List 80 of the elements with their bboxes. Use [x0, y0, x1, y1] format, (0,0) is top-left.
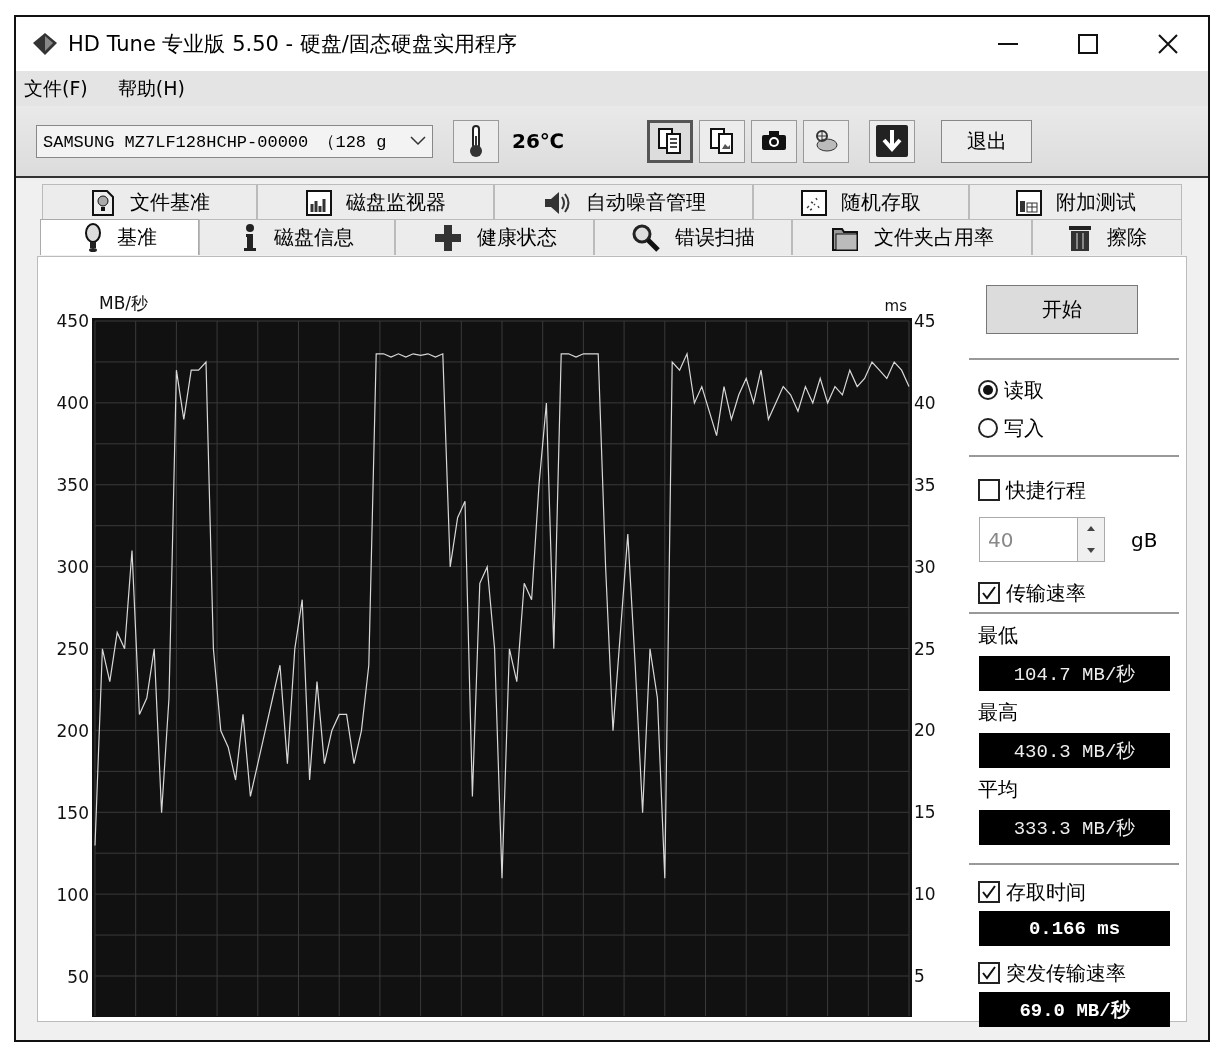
- tab[interactable]: 文件基准: [42, 184, 257, 220]
- chevron-down-icon: [410, 136, 426, 146]
- radio-button[interactable]: [978, 380, 998, 400]
- tab[interactable]: 擦除: [1032, 219, 1182, 255]
- checkbox-label: 存取时间: [1006, 878, 1086, 906]
- readout-display: 69.0 MB/秒: [979, 992, 1170, 1027]
- drive-dropdown[interactable]: SAMSUNG MZ7LF128HCHP-00000 （128 g: [36, 124, 433, 158]
- axis-tick-label: 10: [914, 884, 936, 905]
- axis-tick-label: 30: [914, 556, 936, 577]
- tab[interactable]: 附加测试: [969, 184, 1182, 220]
- toolbar-button[interactable]: [699, 119, 746, 163]
- axis-tick-label: 200: [56, 720, 89, 741]
- axis-tick-label: 20: [914, 720, 936, 741]
- tab[interactable]: 健康状态: [395, 219, 594, 255]
- temperature-reading: 26℃: [512, 129, 565, 153]
- axis-tick-label: 350: [56, 474, 89, 495]
- plus-icon: [432, 222, 463, 253]
- radio-label: 读取: [1004, 376, 1044, 404]
- axis-tick-label: 15: [914, 802, 936, 823]
- reading-label: 最高: [977, 699, 1019, 726]
- tab[interactable]: 基准: [40, 219, 199, 255]
- axis-unit-label: MB/秒: [99, 293, 149, 313]
- tab[interactable]: 错误扫描: [594, 219, 792, 255]
- exit-button[interactable]: 退出: [941, 119, 1033, 163]
- toolbar-button[interactable]: [803, 119, 850, 163]
- axis-tick-label: 450: [56, 311, 89, 331]
- radio-button[interactable]: [978, 418, 998, 438]
- unit-label: gB: [1131, 527, 1158, 552]
- tab[interactable]: 随机存取: [753, 184, 969, 220]
- axis-tick-label: 250: [56, 638, 89, 659]
- toolbar-button[interactable]: [751, 119, 798, 163]
- axis-tick-label: 400: [56, 392, 89, 413]
- checkbox-label: 突发传输速率: [1006, 959, 1126, 987]
- lightbulb-icon: [82, 222, 103, 253]
- checkbox[interactable]: [978, 479, 1000, 501]
- reading-label: 平均: [977, 776, 1019, 803]
- axis-tick-label: 25: [914, 638, 936, 659]
- axis-tick-label: 100: [56, 884, 89, 905]
- axis-tick-label: 300: [56, 556, 89, 577]
- diamond-icon: [32, 32, 58, 56]
- caret-up-icon: [1087, 526, 1095, 532]
- chart-icon: [1015, 189, 1042, 216]
- tab[interactable]: 磁盘监视器: [257, 184, 494, 220]
- maximize-icon: [1078, 34, 1098, 54]
- close-icon: [1158, 34, 1178, 54]
- tab[interactable]: 文件夹占用率: [792, 219, 1032, 255]
- axis-tick-label: 40: [914, 392, 936, 413]
- scatter-icon: [801, 189, 827, 216]
- readout-display: 0.166 ms: [979, 911, 1170, 946]
- checkbox[interactable]: [978, 962, 1000, 984]
- axis-tick-label: 150: [56, 802, 89, 823]
- readout-display: 333.3 MB/秒: [979, 810, 1170, 845]
- axis-tick-label: 45: [914, 311, 936, 331]
- readout-display: 430.3 MB/秒: [979, 733, 1170, 768]
- axis-tick-label: 35: [914, 474, 936, 495]
- window-title: HD Tune 专业版 5.50 - 硬盘/固态硬盘实用程序: [68, 31, 518, 58]
- document-icon: [89, 188, 116, 217]
- menu-item[interactable]: 文件(F): [24, 75, 88, 102]
- tab[interactable]: 自动噪音管理: [494, 184, 753, 220]
- checkbox[interactable]: [978, 881, 1000, 903]
- radio-label: 写入: [1004, 414, 1044, 442]
- caret-down-icon: [1087, 547, 1095, 553]
- thermometer-icon: [468, 124, 484, 158]
- axis-tick-label: 50: [67, 966, 89, 987]
- toolbar-button[interactable]: [647, 119, 694, 163]
- minimize-icon: [998, 43, 1018, 45]
- start-button[interactable]: 开始: [986, 285, 1138, 334]
- checkbox[interactable]: [978, 582, 1000, 604]
- axis-unit-label: ms: [884, 297, 907, 315]
- menu-item[interactable]: 帮助(H): [117, 75, 185, 102]
- reading-label: 最低: [977, 622, 1019, 649]
- bar-chart-icon: [305, 189, 332, 216]
- search-icon: [631, 222, 661, 253]
- toolbar-button[interactable]: [869, 119, 916, 163]
- axis-tick-label: 5: [914, 966, 925, 986]
- checkbox-label: 快捷行程: [1006, 476, 1086, 504]
- temperature-button[interactable]: [453, 119, 499, 163]
- checkbox-label: 传输速率: [1006, 579, 1086, 607]
- readout-display: 104.7 MB/秒: [979, 656, 1170, 691]
- tab[interactable]: 磁盘信息: [199, 219, 395, 255]
